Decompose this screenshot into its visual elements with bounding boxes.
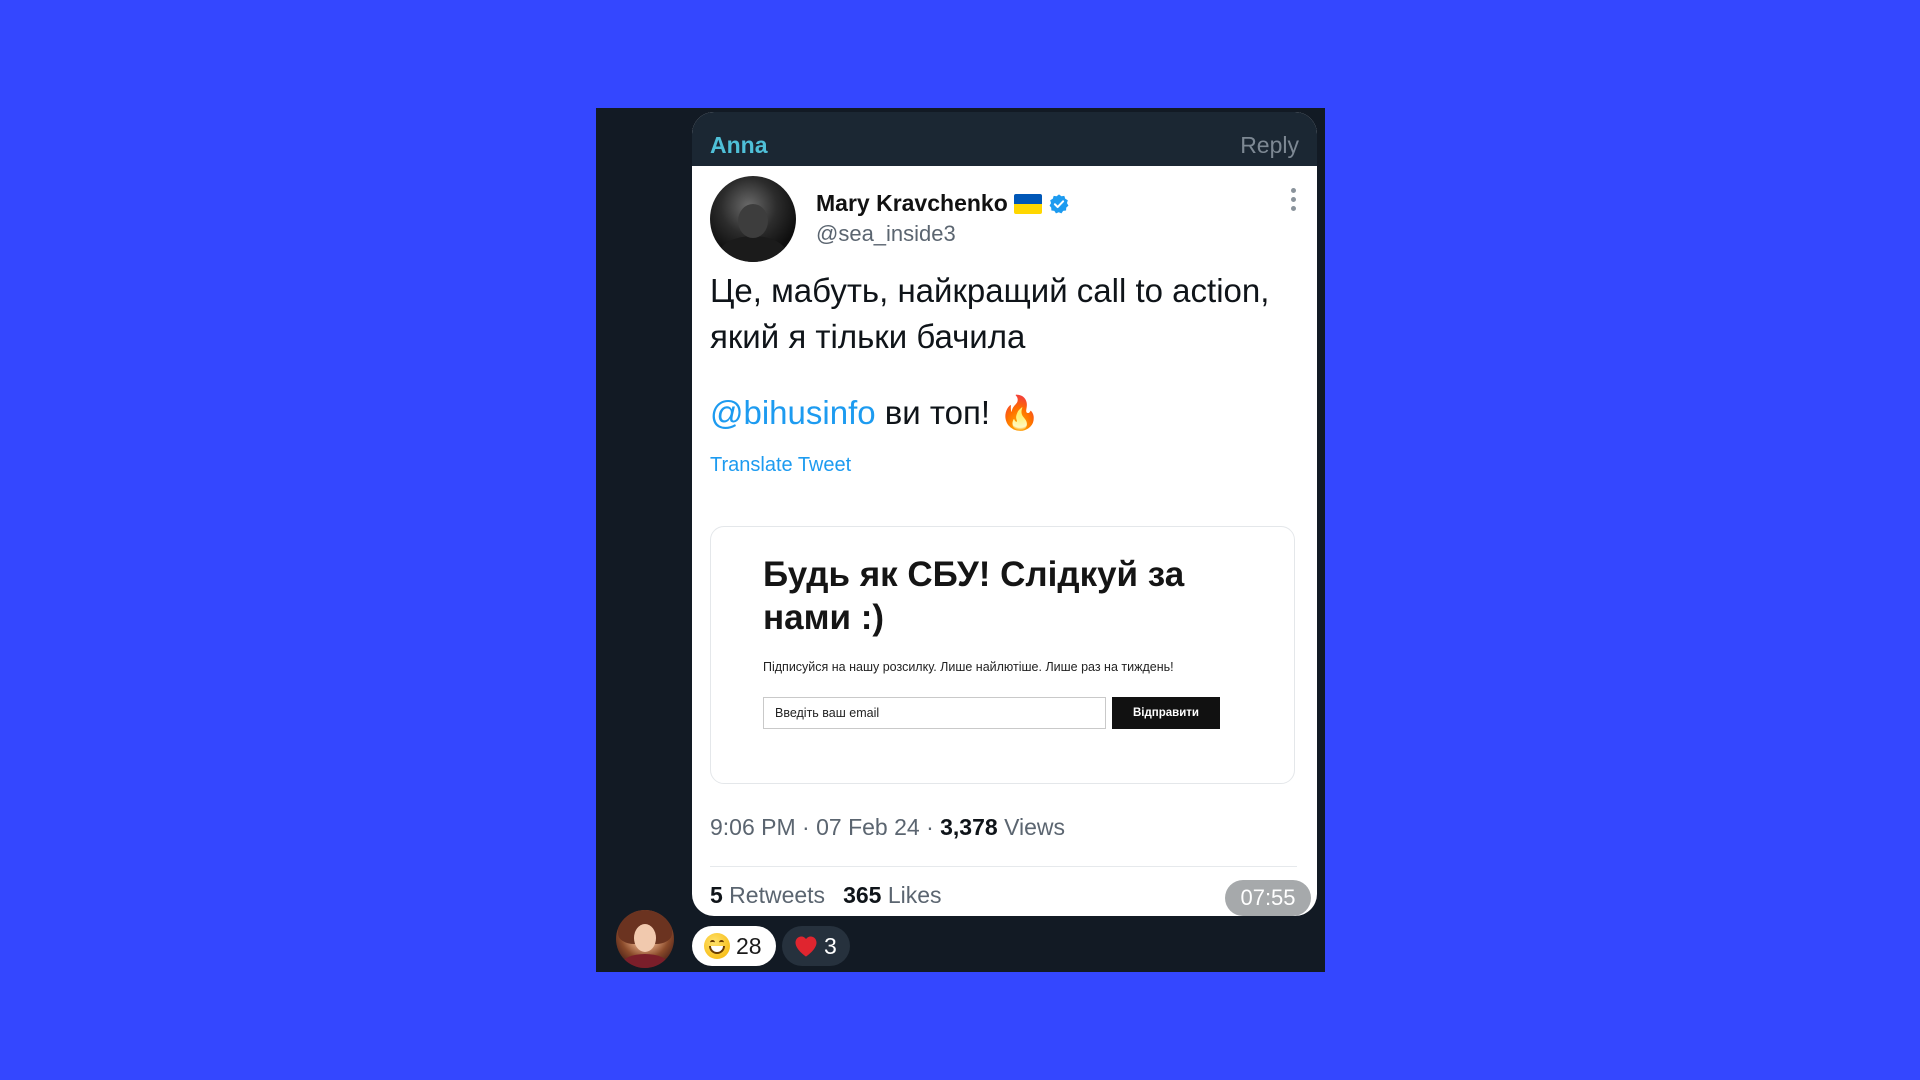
tweet-author-row: Mary Kravchenko [816, 190, 1070, 217]
tweet-author-handle: @sea_inside3 [816, 221, 956, 246]
bubble-header: Anna Reply [692, 112, 1317, 166]
submit-button: Відправити [1112, 697, 1220, 729]
reaction-grinning[interactable]: 28 [692, 926, 776, 966]
tweet-stats: 5 Retweets 365 Likes [710, 882, 942, 909]
fire-emoji: 🔥 [999, 394, 1041, 431]
translate-tweet-link[interactable]: Translate Tweet [710, 454, 851, 477]
likes-label: Likes [881, 882, 942, 908]
tweet-text: Це, мабуть, найкращий call to action, як… [710, 272, 1270, 355]
mention-link[interactable]: @bihusinfo [710, 394, 876, 431]
tweet-author-avatar [710, 176, 796, 262]
retweets-count: 5 [710, 882, 723, 908]
message-bubble[interactable]: Anna Reply Mary Kravchenko @sea_inside3 … [692, 112, 1317, 916]
chat-panel: Anna Reply Mary Kravchenko @sea_inside3 … [596, 108, 1325, 972]
embed-title: Будь як СБУ! Слідкуй за нами :) [763, 555, 1185, 637]
red-heart-icon [795, 936, 817, 957]
reaction-heart[interactable]: 3 [782, 926, 850, 966]
likes-count: 365 [843, 882, 882, 908]
sender-name[interactable]: Anna [710, 132, 768, 159]
tweet-text-rest: ви топ! [875, 394, 1000, 431]
reaction-count: 28 [736, 932, 762, 959]
tweet-meta: 9:06 PM · 07 Feb 24 · 3,378 Views [710, 814, 1065, 841]
retweets-label: Retweets [722, 882, 826, 908]
message-time: 07:55 [1225, 880, 1311, 916]
tweet-timestamp: 9:06 PM · 07 Feb 24 · [710, 814, 941, 840]
reply-button[interactable]: Reply [1240, 132, 1299, 159]
ukraine-flag-icon [1013, 193, 1042, 214]
embedded-image: Будь як СБУ! Слідкуй за нами :) Підписуй… [710, 526, 1295, 784]
more-options-icon[interactable] [1291, 188, 1297, 212]
verified-badge-icon [1049, 193, 1069, 213]
tweet-author-name: Mary Kravchenko [816, 190, 1008, 216]
views-count: 3,378 [940, 814, 998, 840]
sender-avatar[interactable] [616, 910, 674, 968]
reaction-count: 3 [824, 932, 837, 959]
tweet-text-2: @bihusinfo ви топ! 🔥 [710, 390, 1040, 436]
views-label: Views [997, 814, 1066, 840]
divider [710, 866, 1297, 867]
email-input: Введіть ваш email [763, 697, 1106, 729]
grinning-face-icon [704, 933, 730, 959]
embed-subtitle: Підписуйся на нашу розсилку. Лише найлют… [763, 660, 1174, 674]
